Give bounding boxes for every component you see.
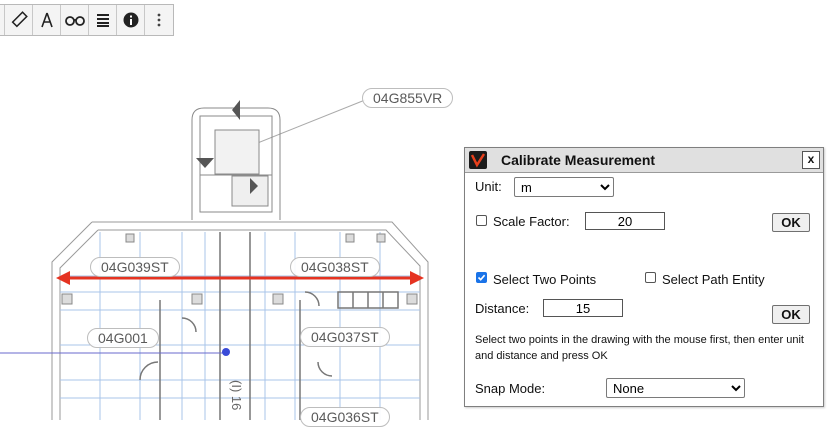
info-button[interactable] [117,5,145,35]
more-button[interactable] [145,5,173,35]
layers-button[interactable] [89,5,117,35]
toolbar [0,4,174,36]
distance-label: Distance: [475,301,530,316]
help-text-line-2: and distance and press OK [475,350,608,362]
more-icon [156,12,162,28]
dialog-title-bar[interactable]: Calibrate Measurement x [465,148,823,173]
measure-ruler-button[interactable] [5,5,33,35]
two-points-label: Select Two Points [493,272,597,287]
path-entity-checkbox[interactable] [645,272,656,283]
unit-label: Unit: [475,179,502,194]
app-logo-icon [469,151,487,169]
snap-mode-label: Snap Mode: [475,381,546,396]
room-label-04g037st: 04G037ST [300,327,390,347]
room-label-04g039st: 04G039ST [90,257,180,277]
scale-factor-checkbox[interactable] [476,215,487,226]
scale-factor-input[interactable] [585,212,665,230]
room-label-04g038st: 04G038ST [290,257,380,277]
layers-icon [95,12,111,28]
dialog-title: Calibrate Measurement [501,152,656,168]
distance-input[interactable] [543,299,623,317]
two-points-checkbox[interactable] [476,272,487,283]
scale-factor-ok-button[interactable]: OK [772,213,810,232]
stair-arrow-up [232,100,240,120]
ruler-icon [10,11,28,29]
help-text-line-1: Select two points in the drawing with th… [475,334,804,346]
info-icon [122,11,140,29]
room-label-04g855vr: 04G855VR [362,88,454,108]
binoculars-button[interactable] [61,5,89,35]
scale-factor-label: Scale Factor: [493,214,570,229]
distance-ok-button[interactable]: OK [772,305,810,324]
room-label-04g001: 04G001 [87,328,159,348]
compass-button[interactable] [33,5,61,35]
compass-icon [38,11,56,29]
point-marker [222,348,230,356]
snap-mode-select[interactable]: None [606,378,745,398]
stair-arrow-down [196,158,214,168]
binoculars-icon [64,13,85,27]
unit-select[interactable]: m [514,177,614,197]
room-label-04g036st: 04G036ST [300,407,390,427]
path-entity-label: Select Path Entity [662,272,765,287]
vertical-room-label: (I) 16 [229,380,244,411]
calibrate-measurement-dialog: Calibrate Measurement x Unit: m Scale Fa… [464,147,824,407]
close-button[interactable]: x [802,151,820,169]
